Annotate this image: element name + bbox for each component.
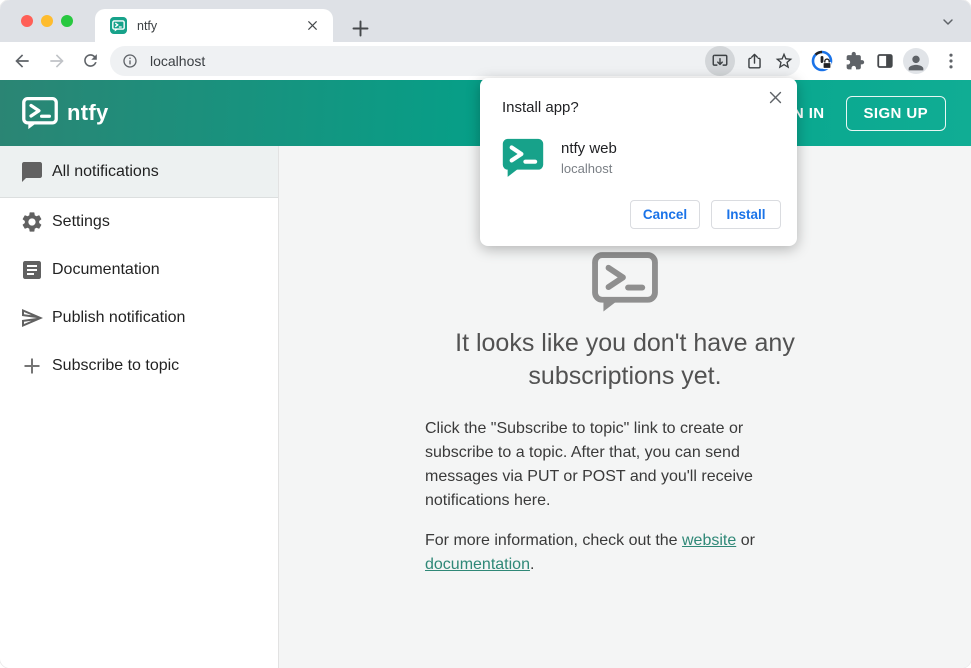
person-icon xyxy=(908,55,924,71)
plus-icon xyxy=(24,358,40,374)
install-desktop-icon xyxy=(712,54,728,66)
browser-tab[interactable]: ntfy xyxy=(95,9,333,42)
empty-state-paragraph: Click the "Subscribe to topic" link to c… xyxy=(425,420,753,509)
sidebar-item-settings[interactable]: Settings xyxy=(0,198,278,246)
profile-avatar[interactable] xyxy=(903,48,929,74)
sidebar-item-documentation[interactable]: Documentation xyxy=(0,246,278,294)
browser-toolbar: localhost xyxy=(0,42,971,80)
send-icon xyxy=(22,309,43,327)
install-button[interactable]: Install xyxy=(711,200,781,229)
site-info-icon[interactable] xyxy=(122,53,138,69)
install-app-button[interactable] xyxy=(705,46,735,76)
empty-state-heading: It looks like you don't have any subscri… xyxy=(425,327,825,393)
tab-title: ntfy xyxy=(137,18,158,33)
ntfy-favicon-icon xyxy=(110,17,127,34)
password-extension-icon[interactable] xyxy=(810,49,834,73)
empty-state: It looks like you don't have any subscri… xyxy=(425,252,825,577)
brand-title: ntfy xyxy=(67,100,109,125)
new-tab-button[interactable] xyxy=(347,15,374,42)
zoom-window-button[interactable] xyxy=(61,15,73,27)
extensions-puzzle-icon[interactable] xyxy=(845,51,865,71)
install-app-dialog: Install app? ntfy web localhost Cancel I… xyxy=(480,78,797,246)
heading-line-1: It looks like you don't have any xyxy=(455,329,795,357)
tab-close-icon[interactable] xyxy=(304,17,321,34)
close-window-button[interactable] xyxy=(21,15,33,27)
dialog-app-name: ntfy web xyxy=(561,140,617,157)
website-link[interactable]: website xyxy=(682,532,736,549)
sidebar-item-publish-notification[interactable]: Publish notification xyxy=(0,294,278,342)
side-panel-icon[interactable] xyxy=(876,52,894,70)
chat-bubble-icon xyxy=(22,161,42,182)
gear-icon xyxy=(22,212,42,232)
sidebar-item-all-notifications[interactable]: All notifications xyxy=(0,146,278,198)
address-bar[interactable]: localhost xyxy=(110,46,800,76)
paragraph-text: . xyxy=(529,556,535,573)
sidebar-item-label: Subscribe to topic xyxy=(52,357,180,374)
browser-window: ntfy localhost ntfy IN SIGN UP All notif… xyxy=(0,0,971,668)
article-icon xyxy=(23,261,41,279)
dialog-app-texts: ntfy web localhost xyxy=(561,138,617,177)
heading-line-2: subscriptions yet. xyxy=(528,362,722,390)
url-text[interactable]: localhost xyxy=(150,53,705,69)
window-controls xyxy=(21,15,73,27)
tab-strip: ntfy xyxy=(0,0,971,42)
sign-up-button[interactable]: SIGN UP xyxy=(845,95,946,131)
paragraph-text: or xyxy=(736,532,755,549)
dialog-app-row: ntfy web localhost xyxy=(502,138,797,177)
dialog-buttons: Cancel Install xyxy=(630,200,781,229)
sidebar-item-label: Publish notification xyxy=(52,309,186,326)
dialog-app-origin: localhost xyxy=(561,161,613,176)
bookmark-star-icon[interactable] xyxy=(774,51,794,71)
ntfy-logo-icon xyxy=(22,96,58,129)
browser-menu-icon[interactable] xyxy=(941,51,961,71)
minimize-window-button[interactable] xyxy=(41,15,53,27)
ntfy-app-icon xyxy=(502,138,544,177)
sidebar-item-label: Documentation xyxy=(52,261,160,278)
dialog-close-icon[interactable] xyxy=(767,89,784,106)
tab-search-chevron-icon[interactable] xyxy=(940,14,956,30)
empty-state-links-paragraph: For more information, check out the webs… xyxy=(425,529,775,577)
back-button[interactable] xyxy=(12,51,32,71)
sidebar-item-label: Settings xyxy=(52,213,110,230)
dialog-title: Install app? xyxy=(502,99,579,116)
paragraph-text: For more information, check out the xyxy=(425,532,682,549)
ntfy-terminal-icon xyxy=(592,252,658,312)
documentation-link[interactable]: documentation xyxy=(425,556,530,573)
share-icon[interactable] xyxy=(745,52,764,71)
cancel-button[interactable]: Cancel xyxy=(630,200,700,229)
reload-button[interactable] xyxy=(81,51,101,71)
forward-button[interactable] xyxy=(47,51,67,71)
sidebar-item-label: All notifications xyxy=(52,162,159,180)
sidebar-item-subscribe-to-topic[interactable]: Subscribe to topic xyxy=(0,342,278,390)
sidebar: All notifications Settings Documentation… xyxy=(0,146,279,668)
